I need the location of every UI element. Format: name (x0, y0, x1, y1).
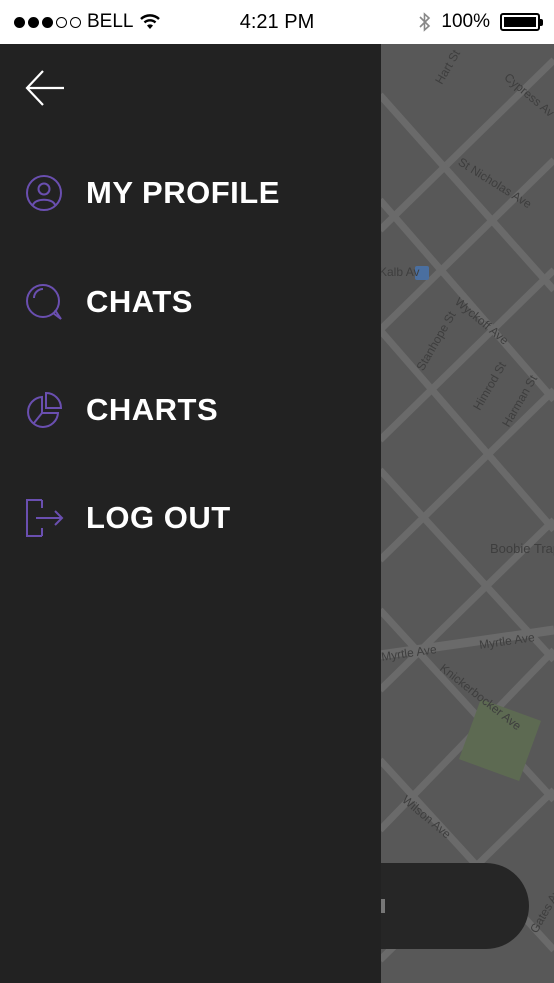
status-right: 100% (419, 0, 543, 44)
chat-bubble-icon (24, 282, 64, 322)
map-view[interactable]: Hart St Cypress Av St Nicholas Ave Kalb … (381, 44, 554, 983)
map-label: Boobie Trap (490, 541, 554, 556)
status-bar: BELL 4:21 PM 100% (0, 0, 554, 44)
menu-label: MY PROFILE (86, 175, 280, 210)
map-streets (381, 57, 554, 963)
back-button[interactable] (24, 68, 66, 108)
map-label: Kalb Av (381, 265, 420, 279)
pill-handle (381, 899, 385, 913)
menu-item-charts[interactable]: CHARTS (24, 385, 218, 435)
menu-item-chats[interactable]: CHATS (24, 277, 193, 327)
arrow-left-icon (25, 70, 64, 106)
pie-chart-icon (24, 390, 64, 430)
menu-label: LOG OUT (86, 500, 231, 535)
user-icon (24, 173, 64, 213)
bluetooth-icon (419, 12, 431, 32)
menu-label: CHATS (86, 284, 193, 319)
battery-percent: 100% (441, 11, 490, 32)
nav-drawer: MY PROFILE CHATS CHARTS LOG OUT (0, 44, 381, 983)
menu-item-log-out[interactable]: LOG OUT (24, 493, 231, 543)
menu-item-my-profile[interactable]: MY PROFILE (24, 168, 280, 218)
menu-label: CHARTS (86, 392, 219, 427)
logout-icon (24, 498, 64, 538)
battery-icon (500, 13, 543, 31)
